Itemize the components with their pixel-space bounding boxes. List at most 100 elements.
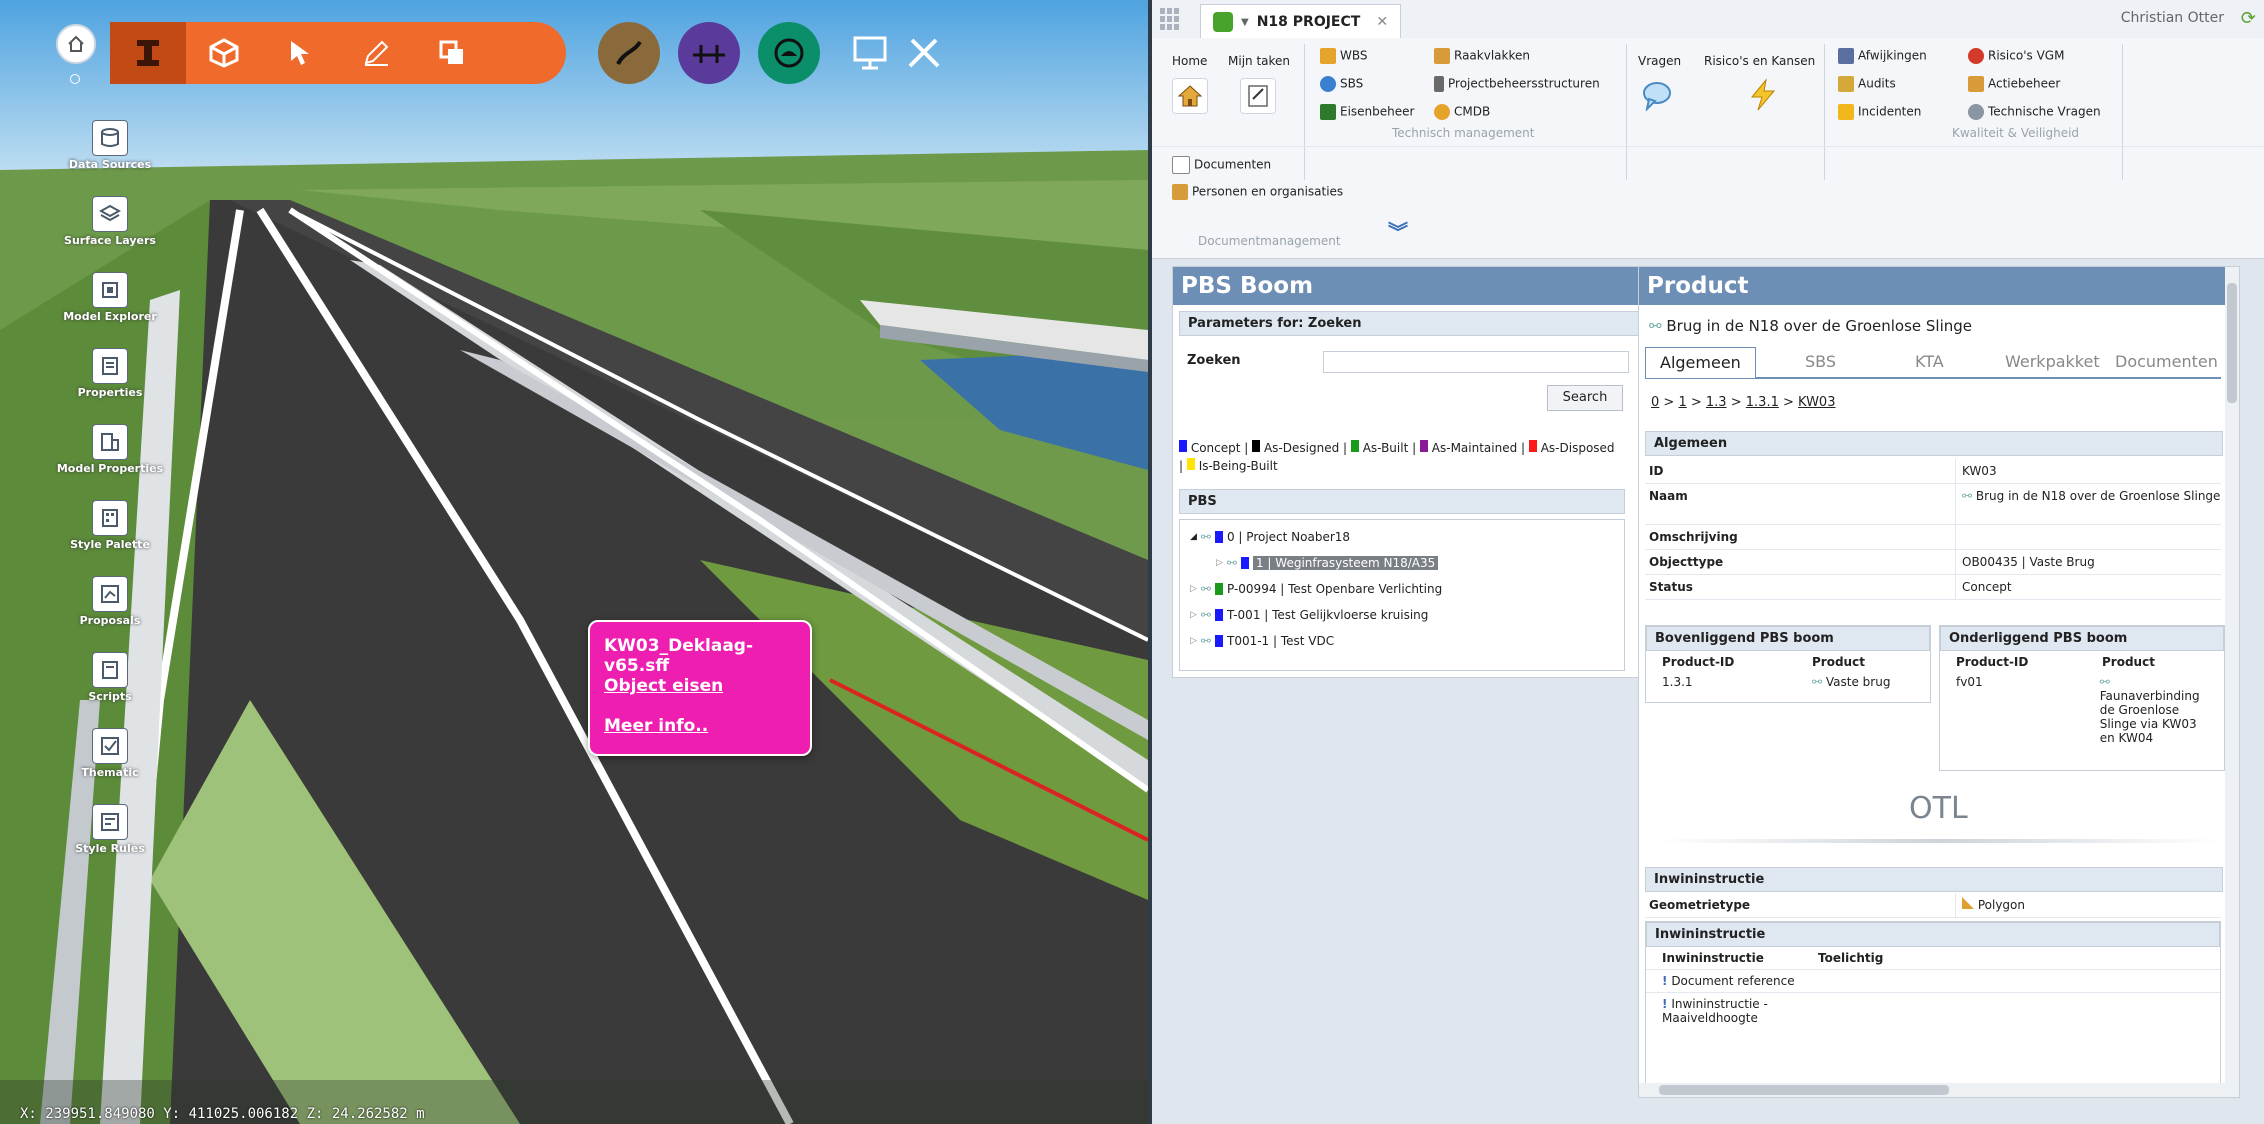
cmdb-button[interactable]: CMDB [1434, 104, 1490, 120]
draw-tool-button[interactable] [338, 22, 414, 84]
overlay-tool-button[interactable] [414, 22, 490, 84]
field-key: Geometrietype [1645, 893, 1956, 917]
tab-kta[interactable]: KTA [1915, 347, 1944, 377]
eisenbeheer-button[interactable]: Eisenbeheer [1320, 104, 1414, 120]
wbs-button[interactable]: WBS [1320, 48, 1368, 64]
tab-documenten[interactable]: Documenten [2115, 347, 2218, 377]
table-row[interactable]: 1.3.1 ⚯ Vaste brug [1646, 673, 1930, 691]
link-icon: ⚯ [1200, 608, 1211, 622]
tree-node[interactable]: ▷ ⚯ T001-1 | Test VDC [1190, 634, 1334, 648]
side-tool-thematic[interactable]: Thematic [40, 728, 180, 779]
user-name[interactable]: Christian Otter [2121, 10, 2224, 26]
field-value [1956, 525, 2221, 549]
side-tool-style-palette[interactable]: Style Palette [40, 500, 180, 551]
collapse-icon[interactable]: ◢ [1190, 532, 1197, 542]
breadcrumb-link[interactable]: 1 [1678, 395, 1686, 410]
field-row: Objecttype OB00435 | Vaste Brug [1645, 550, 2221, 575]
settings-tools-button[interactable] [906, 36, 942, 74]
sbs-button[interactable]: SBS [1320, 76, 1363, 92]
terrain-tool-button[interactable] [598, 22, 660, 84]
table-row[interactable]: fv01 ⚯ Faunaverbinding de Groenlose Slinge… [1940, 673, 2224, 747]
personen-button[interactable]: Personen en organisaties [1172, 184, 1343, 200]
side-tool-surface-layers[interactable]: Surface Layers [40, 196, 180, 247]
tab-algemeen[interactable]: Algemeen [1645, 347, 1756, 378]
field-key: Omschrijving [1645, 525, 1956, 549]
expand-icon[interactable]: ▷ [1190, 610, 1197, 620]
tab-sbs[interactable]: SBS [1805, 347, 1836, 377]
projectbeheer-button[interactable]: Projectbeheersstructuren [1434, 76, 1600, 92]
side-tool-model-explorer[interactable]: Model Explorer [40, 272, 180, 323]
tree-node[interactable]: ▷ ⚯ P-00994 | Test Openbare Verlichting [1190, 582, 1442, 596]
side-tool-style-rules[interactable]: Style Rules [40, 804, 180, 855]
product-tabs: Algemeen SBS KTA Werkpakket Documenten [1645, 347, 2221, 379]
scrollbar-thumb[interactable] [2227, 283, 2237, 403]
expand-ribbon-icon[interactable]: ︾ [1388, 216, 1408, 245]
refresh-icon[interactable]: ⟳ [2241, 8, 2256, 29]
tunnel-tool-button[interactable] [758, 22, 820, 84]
3d-object-tool-button[interactable] [186, 22, 262, 84]
info-tool-button[interactable] [110, 22, 186, 84]
documenten-label: Documenten [1194, 157, 1272, 172]
documenten-button[interactable]: Documenten [1172, 156, 1271, 174]
tab-dropdown-icon[interactable]: ▼ [1241, 17, 1249, 28]
breadcrumb-link[interactable]: 1.3.1 [1746, 395, 1779, 410]
tab-n18-project[interactable]: ▼ N18 PROJECT ✕ [1200, 4, 1402, 39]
side-tool-properties[interactable]: Properties [40, 348, 180, 399]
status-legend: Concept | As-Designed | As-Built | As-Ma… [1179, 440, 1615, 473]
ribbon-divider [1626, 44, 1627, 180]
cell-product-id: 1.3.1 [1662, 675, 1693, 689]
risicos-label: Risico's en Kansen [1704, 54, 1816, 68]
presentation-button[interactable] [852, 36, 888, 74]
side-tool-model-properties[interactable]: Model Properties [40, 424, 180, 475]
tree-node-selected[interactable]: ▷ ⚯ 1 | Weginfrasysteem N18/A35 [1216, 556, 1439, 570]
wbs-icon [1320, 48, 1336, 64]
side-tool-proposals[interactable]: Proposals [40, 576, 180, 627]
breadcrumb-link[interactable]: 1.3 [1706, 395, 1727, 410]
risicos-vgm-button[interactable]: Risico's VGM [1968, 48, 2064, 64]
afwijkingen-button[interactable]: Afwijkingen [1838, 48, 1927, 64]
breadcrumb: 0 > 1 > 1.3 > 1.3.1 > KW03 [1651, 395, 1836, 410]
search-button[interactable]: Search [1547, 385, 1623, 411]
object-eisen-link[interactable]: Object eisen [604, 676, 723, 696]
hierarchy-icon [1434, 76, 1444, 92]
tree-node[interactable]: ▷ ⚯ T-001 | Test Gelijkvloerse kruising [1190, 608, 1428, 622]
table-row[interactable]: ! Inwininstructie - Maaiveldhoogte [1646, 993, 2220, 1029]
side-tool-scripts[interactable]: Scripts [40, 652, 180, 703]
breadcrumb-link[interactable]: 0 [1651, 395, 1659, 410]
table-row[interactable]: ! Document reference [1646, 970, 2220, 993]
raakvlakken-button[interactable]: Raakvlakken [1434, 48, 1530, 64]
warning-icon [1838, 104, 1854, 120]
project-app: ▼ N18 PROJECT ✕ Christian Otter ⟳ Home M… [1148, 0, 2264, 1124]
vragen-button[interactable] [1640, 78, 1674, 112]
field-key: ID [1645, 459, 1956, 483]
mijn-taken-button[interactable] [1240, 78, 1276, 114]
scrollbar-thumb[interactable] [1659, 1085, 1949, 1095]
incidenten-button[interactable]: Incidenten [1838, 104, 1921, 120]
expand-icon[interactable]: ▷ [1190, 584, 1197, 594]
grid-menu-icon[interactable] [1160, 8, 1182, 30]
bridge-tool-button[interactable] [678, 22, 740, 84]
vertical-scrollbar[interactable] [2225, 267, 2239, 1097]
close-tab-icon[interactable]: ✕ [1376, 14, 1388, 30]
meer-info-link[interactable]: Meer info.. [604, 716, 708, 736]
risicos-button[interactable] [1746, 78, 1780, 112]
zoeken-input[interactable] [1323, 351, 1629, 373]
technische-vragen-button[interactable]: Technische Vragen [1968, 104, 2101, 120]
breadcrumb-link[interactable]: KW03 [1798, 395, 1835, 410]
horizontal-scrollbar[interactable] [1639, 1083, 2225, 1097]
3d-viewer[interactable]: Data Sources Surface Layers Model Explor… [0, 0, 1148, 1124]
home-button[interactable] [56, 24, 96, 64]
home-ribbon-button[interactable] [1172, 78, 1208, 114]
tree-node[interactable]: ◢ ⚯ 0 | Project Noaber18 [1190, 530, 1350, 544]
tab-werkpakket[interactable]: Werkpakket [2005, 347, 2100, 377]
legend-item: Is-Being-Built [1186, 458, 1278, 473]
actiebeheer-button[interactable]: Actiebeheer [1968, 76, 2060, 92]
expand-icon[interactable]: ▷ [1216, 558, 1223, 568]
otl-divider [1659, 839, 2219, 843]
side-tool-data-sources[interactable]: Data Sources [40, 120, 180, 171]
select-tool-button[interactable] [262, 22, 338, 84]
table-header-row: Inwininstructie Toelichtig [1646, 947, 2220, 970]
link-icon: ⚯ [1649, 317, 1662, 335]
audits-button[interactable]: Audits [1838, 76, 1896, 92]
expand-icon[interactable]: ▷ [1190, 636, 1197, 646]
